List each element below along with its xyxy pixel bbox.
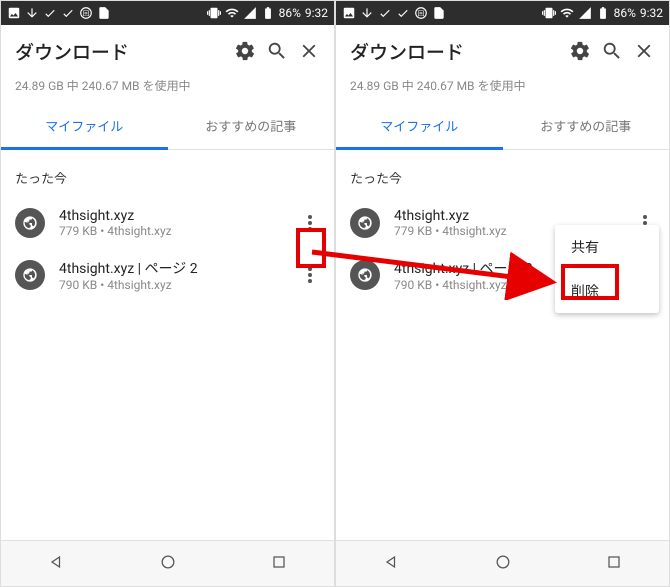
svg-text:回: 回 — [83, 9, 89, 17]
search-icon[interactable] — [601, 40, 623, 62]
page-title: ダウンロード — [15, 38, 224, 65]
image-icon — [7, 6, 21, 20]
check-icon — [360, 6, 374, 20]
tab-my-files[interactable]: マイファイル — [1, 104, 168, 150]
image-icon — [342, 6, 356, 20]
phone-left: 回 86% 9:32 ダウンロード 24.89 GB 中 240.67 MB を… — [0, 0, 335, 587]
nav-back[interactable] — [47, 552, 67, 576]
wifi-icon — [225, 6, 239, 20]
svg-text:回: 回 — [418, 9, 424, 17]
nav-home[interactable] — [493, 552, 513, 576]
battery-text: 86% — [614, 6, 636, 20]
context-menu: 共有 削除 — [555, 225, 659, 313]
android-navbar — [336, 540, 669, 586]
page-title: ダウンロード — [350, 38, 559, 65]
list-item[interactable]: 4thsight.xyz | ページ 2 790 KB • 4thsight.x… — [1, 249, 334, 301]
storage-text: 24.89 GB 中 240.67 MB を使用中 — [336, 77, 669, 104]
gear-icon[interactable] — [569, 40, 591, 62]
vibrate-icon — [207, 6, 221, 20]
vibrate-icon — [542, 6, 556, 20]
tab-recommended[interactable]: おすすめの記事 — [503, 104, 670, 149]
app-header: ダウンロード — [336, 25, 669, 77]
section-label: たった今 — [336, 150, 669, 197]
close-icon[interactable] — [633, 40, 655, 62]
search-icon[interactable] — [266, 40, 288, 62]
nav-recent[interactable] — [604, 552, 624, 576]
close-icon[interactable] — [298, 40, 320, 62]
battery-icon — [261, 6, 275, 20]
menu-share[interactable]: 共有 — [555, 225, 659, 269]
app-icon: 回 — [79, 6, 93, 20]
menu-delete[interactable]: 削除 — [555, 269, 659, 313]
battery-icon — [596, 6, 610, 20]
item-title: 4thsight.xyz | ページ 2 — [59, 258, 278, 278]
nav-back[interactable] — [382, 552, 402, 576]
check-icon — [378, 6, 392, 20]
status-bar: 回 86% 9:32 — [336, 1, 669, 25]
globe-icon — [15, 260, 45, 290]
globe-icon — [350, 208, 380, 238]
clock: 9:32 — [640, 6, 663, 20]
clock: 9:32 — [305, 6, 328, 20]
tab-my-files[interactable]: マイファイル — [336, 104, 503, 150]
nav-home[interactable] — [158, 552, 178, 576]
signal-icon — [243, 6, 257, 20]
nav-recent[interactable] — [269, 552, 289, 576]
status-bar: 回 86% 9:32 — [1, 1, 334, 25]
check-icon — [43, 6, 57, 20]
check-icon — [25, 6, 39, 20]
item-title: 4thsight.xyz — [394, 208, 613, 224]
tab-recommended[interactable]: おすすめの記事 — [168, 104, 335, 149]
globe-icon — [15, 208, 45, 238]
item-sub: 790 KB • 4thsight.xyz — [59, 278, 278, 292]
list-item[interactable]: 4thsight.xyz 779 KB • 4thsight.xyz — [1, 197, 334, 249]
battery-text: 86% — [279, 6, 301, 20]
item-sub: 779 KB • 4thsight.xyz — [59, 224, 278, 238]
check-icon — [396, 6, 410, 20]
storage-text: 24.89 GB 中 240.67 MB を使用中 — [1, 77, 334, 104]
more-button[interactable] — [292, 257, 328, 293]
globe-icon — [350, 260, 380, 290]
section-label: たった今 — [1, 150, 334, 197]
tabs: マイファイル おすすめの記事 — [1, 104, 334, 150]
check-icon — [61, 6, 75, 20]
phone-right: 回 86% 9:32 ダウンロード 24.89 GB 中 240.67 MB を… — [335, 0, 670, 587]
app-header: ダウンロード — [1, 25, 334, 77]
app-icon: 回 — [414, 6, 428, 20]
gear-icon[interactable] — [234, 40, 256, 62]
item-title: 4thsight.xyz — [59, 208, 278, 224]
wifi-icon — [560, 6, 574, 20]
file-icon — [97, 6, 111, 20]
more-button[interactable] — [292, 205, 328, 241]
android-navbar — [1, 540, 334, 586]
file-icon — [432, 6, 446, 20]
signal-icon — [578, 6, 592, 20]
tabs: マイファイル おすすめの記事 — [336, 104, 669, 150]
